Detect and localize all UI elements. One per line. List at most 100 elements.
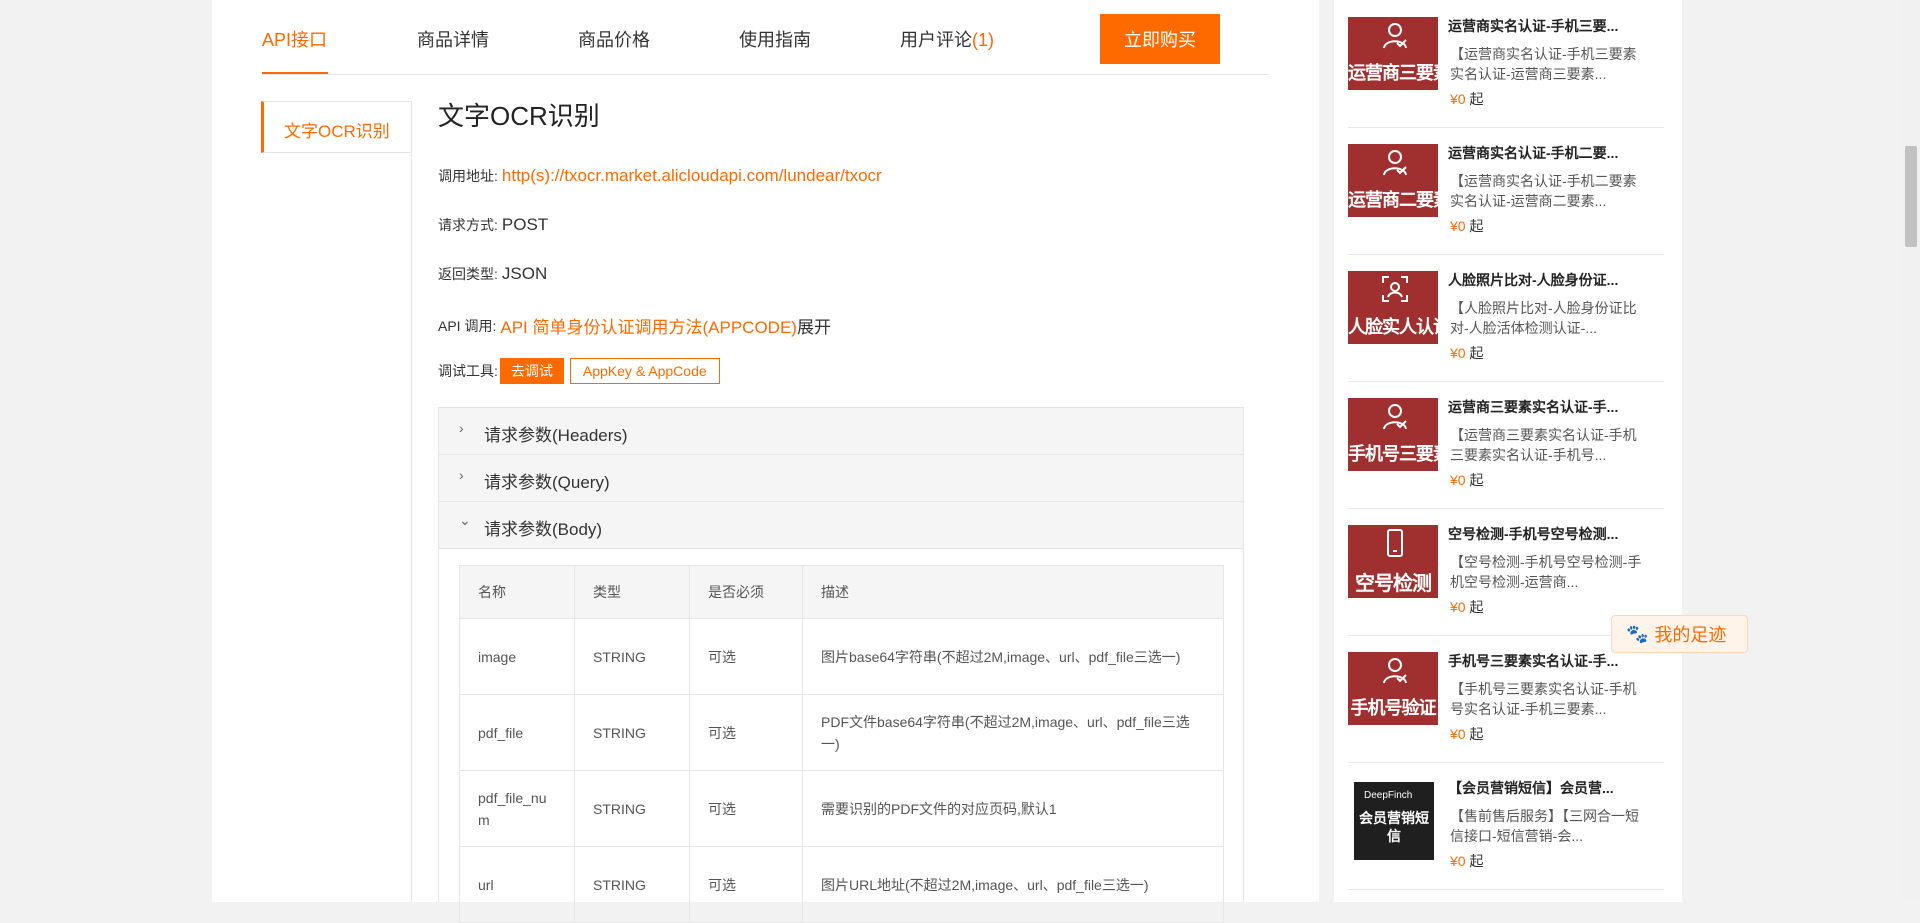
chevron-down-icon: ⌄ [459,512,471,528]
tab-product-detail[interactable]: 商品详情 [417,26,489,52]
face-scan-icon [1382,276,1408,302]
debug-row: 调试工具: 去调试 AppKey & AppCode [438,358,720,384]
product-card[interactable]: 手机号三要素 运营商三要素实名认证-手... 【运营商三要素实名认证-手机三要素… [1348,381,1664,509]
price-value: ¥0 [1450,91,1466,107]
user-check-icon [1383,23,1407,49]
price-unit: 起 [1469,345,1484,361]
param-name: pdf_file [459,694,575,771]
product-image-text: 手机号三要素 [1348,444,1438,464]
return-value: JSON [501,264,548,283]
price-value: ¥0 [1450,345,1466,361]
product-card[interactable]: 手机号验证 手机号三要素实名认证-手... 【手机号三要素实名认证-手机号实名认… [1348,635,1664,763]
param-required: 可选 [689,618,803,695]
product-price: ¥0 起 [1450,216,1483,236]
scrollbar-thumb[interactable] [1905,146,1917,247]
param-name: image [459,618,575,695]
price-unit: 起 [1469,91,1484,107]
subnav-divider [411,101,412,902]
product-desc: 【人脸照片比对-人脸身份证比对-人脸活体检测认证-... [1450,300,1637,336]
active-tab-indicator [262,72,328,74]
tab-guide[interactable]: 使用指南 [739,26,811,52]
product-desc: 【售前售后服务】【三网合一短信接口-短信营销-会... [1450,808,1639,844]
expand-link[interactable]: 展开 [797,313,831,338]
product-title: 运营商实名认证-手机二要... [1448,145,1619,161]
product-price: ¥0 起 [1450,597,1483,617]
param-required: 可选 [689,694,803,771]
col-desc: 描述 [802,565,1224,619]
product-price: ¥0 起 [1450,724,1483,744]
price-value: ¥0 [1450,726,1466,742]
table-header-row: 名称 类型 是否必须 描述 [459,565,1224,619]
user-check-icon [1383,150,1407,176]
product-card[interactable]: 运营商三要素 运营商实名认证-手机三要... 【运营商实名认证-手机三要素实名认… [1348,0,1664,128]
price-unit: 起 [1469,472,1484,488]
price-unit: 起 [1469,726,1484,742]
address-link[interactable]: http(s)://txocr.market.alicloudapi.com/l… [502,166,882,186]
tab-reviews[interactable]: 用户评论(1) [900,26,994,52]
product-card[interactable]: 人脸实人认证 人脸照片比对-人脸身份证... 【人脸照片比对-人脸身份证比对-人… [1348,254,1664,382]
product-image-text: 手机号验证 [1350,698,1437,718]
tab-api[interactable]: API接口 [262,26,327,52]
param-type: STRING [574,770,690,847]
return-label: 返回类型: [438,266,498,282]
chevron-right-icon: › [459,420,464,436]
price-value: ¥0 [1450,853,1466,869]
chevron-right-icon: › [459,467,464,483]
user-check-icon [1383,404,1407,430]
product-card[interactable]: 运营商二要素 运营商实名认证-手机二要... 【运营商实名认证-手机二要素实名认… [1348,127,1664,255]
page-scrollbar[interactable] [1902,0,1920,902]
product-price: ¥0 起 [1450,851,1483,871]
param-desc: 图片URL地址(不超过2M,image、url、pdf_file三选一) [802,846,1224,923]
product-desc: 【手机号三要素实名认证-手机号实名认证-手机三要素... [1450,681,1637,717]
product-image: 手机号验证 [1348,652,1438,725]
review-count: (1) [972,30,994,50]
product-title: 运营商三要素实名认证-手... [1448,399,1619,415]
product-image: 手机号三要素 [1348,398,1438,471]
buy-now-button[interactable]: 立即购买 [1100,14,1220,64]
call-row: API 调用: API 简单身份认证调用方法(APPCODE) 展开 [438,313,831,338]
accordion-query[interactable]: › 请求参数(Query) [439,455,1243,502]
my-footprint-button[interactable]: 🐾 我的足迹 [1611,615,1748,653]
product-title: 手机号三要素实名认证-手... [1448,653,1619,669]
product-card[interactable]: DeepFinch 会员营销短信 【会员营销短信】会员营... 【售前售后服务】… [1348,762,1664,890]
param-accordion: › 请求参数(Headers) › 请求参数(Query) ⌄ 请求参数(Bod… [438,407,1244,923]
col-name: 名称 [459,565,575,619]
product-image-text: 运营商三要素 [1348,63,1438,83]
method-label: 请求方式: [438,217,498,233]
price-unit: 起 [1469,599,1484,615]
param-name: url [459,846,575,923]
price-unit: 起 [1469,218,1484,234]
subnav-item-ocr[interactable]: 文字OCR识别 [261,101,411,153]
footprint-icon: 🐾 [1626,623,1649,644]
address-label: 调用地址: [438,168,498,184]
accordion-body-label: 请求参数(Body) [484,520,603,539]
product-image: 运营商二要素 [1348,144,1438,217]
product-image-text: 人脸实人认证 [1348,317,1438,337]
user-check-icon [1383,658,1407,684]
accordion-query-label: 请求参数(Query) [484,473,610,492]
param-name: pdf_file_num [459,770,575,847]
param-desc: 图片base64字符串(不超过2M,image、url、pdf_file三选一) [802,618,1224,695]
param-type: STRING [574,846,690,923]
table-row: image STRING 可选 图片base64字符串(不超过2M,image、… [459,618,1224,695]
debug-button[interactable]: 去调试 [499,358,564,384]
param-desc: PDF文件base64字符串(不超过2M,image、url、pdf_file三… [802,694,1224,771]
product-image: 人脸实人认证 [1348,271,1438,344]
tab-reviews-label: 用户评论 [900,30,972,50]
product-image: 运营商三要素 [1348,17,1438,90]
table-row: pdf_file_num STRING 可选 需要识别的PDF文件的对应页码,默… [459,770,1224,847]
product-title: 空号检测-手机号空号检测... [1448,526,1619,542]
product-image-text: 空号检测 [1355,573,1432,595]
table-row: pdf_file STRING 可选 PDF文件base64字符串(不超过2M,… [459,694,1224,771]
accordion-body[interactable]: ⌄ 请求参数(Body) [439,502,1243,549]
call-label: API 调用: [438,317,497,334]
subnav-item-label: 文字OCR识别 [284,122,390,141]
appkey-button[interactable]: AppKey & AppCode [569,358,720,384]
call-method-link[interactable]: API 简单身份认证调用方法(APPCODE) [500,313,797,338]
product-desc: 【运营商实名认证-手机三要素实名认证-运营商三要素... [1450,46,1637,82]
accordion-headers[interactable]: › 请求参数(Headers) [439,408,1243,455]
tab-product-price[interactable]: 商品价格 [578,26,650,52]
debug-label: 调试工具: [438,363,498,379]
product-title: 运营商实名认证-手机三要... [1448,18,1619,34]
param-desc: 需要识别的PDF文件的对应页码,默认1 [802,770,1224,847]
